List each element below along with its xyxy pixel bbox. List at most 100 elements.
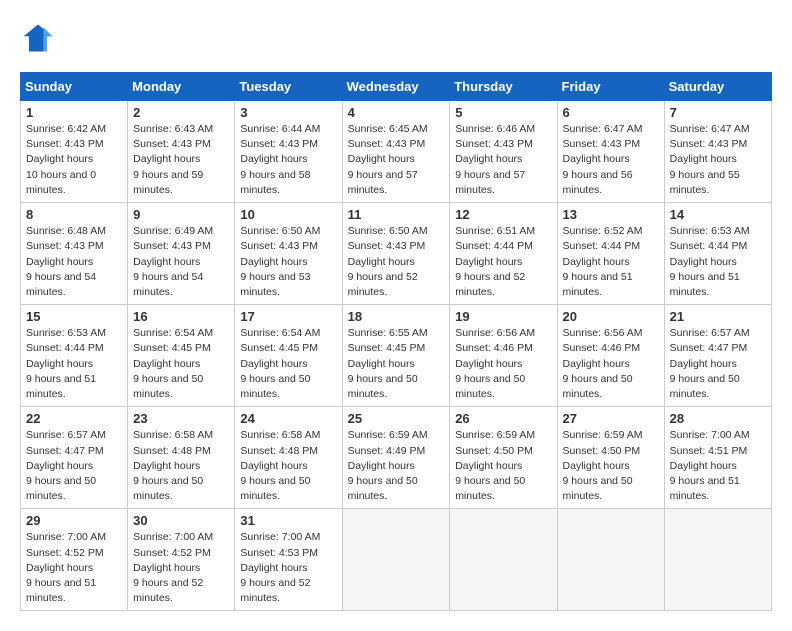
day-number: 30	[133, 513, 229, 528]
page-header	[20, 20, 772, 56]
day-number: 13	[563, 207, 659, 222]
cell-content: Sunrise: 6:54 AM Sunset: 4:45 PM Dayligh…	[240, 326, 336, 402]
weekday-header: Sunday	[21, 73, 128, 101]
day-number: 4	[348, 105, 445, 120]
calendar-cell: 23 Sunrise: 6:58 AM Sunset: 4:48 PM Dayl…	[128, 407, 235, 509]
day-number: 18	[348, 309, 445, 324]
calendar-week-row: 15 Sunrise: 6:53 AM Sunset: 4:44 PM Dayl…	[21, 305, 772, 407]
calendar-cell: 26 Sunrise: 6:59 AM Sunset: 4:50 PM Dayl…	[450, 407, 557, 509]
cell-content: Sunrise: 6:57 AM Sunset: 4:47 PM Dayligh…	[670, 326, 766, 402]
logo-icon	[20, 20, 56, 56]
cell-content: Sunrise: 7:00 AM Sunset: 4:52 PM Dayligh…	[133, 530, 229, 606]
calendar-table: SundayMondayTuesdayWednesdayThursdayFrid…	[20, 72, 772, 611]
cell-content: Sunrise: 6:56 AM Sunset: 4:46 PM Dayligh…	[563, 326, 659, 402]
calendar-cell: 25 Sunrise: 6:59 AM Sunset: 4:49 PM Dayl…	[342, 407, 450, 509]
calendar-cell: 12 Sunrise: 6:51 AM Sunset: 4:44 PM Dayl…	[450, 203, 557, 305]
calendar-cell: 17 Sunrise: 6:54 AM Sunset: 4:45 PM Dayl…	[235, 305, 342, 407]
cell-content: Sunrise: 6:50 AM Sunset: 4:43 PM Dayligh…	[240, 224, 336, 300]
day-number: 3	[240, 105, 336, 120]
day-number: 1	[26, 105, 122, 120]
calendar-cell: 4 Sunrise: 6:45 AM Sunset: 4:43 PM Dayli…	[342, 101, 450, 203]
cell-content: Sunrise: 6:59 AM Sunset: 4:50 PM Dayligh…	[563, 428, 659, 504]
calendar-cell: 14 Sunrise: 6:53 AM Sunset: 4:44 PM Dayl…	[664, 203, 771, 305]
cell-content: Sunrise: 6:59 AM Sunset: 4:50 PM Dayligh…	[455, 428, 551, 504]
cell-content: Sunrise: 6:55 AM Sunset: 4:45 PM Dayligh…	[348, 326, 445, 402]
cell-content: Sunrise: 6:44 AM Sunset: 4:43 PM Dayligh…	[240, 122, 336, 198]
cell-content: Sunrise: 6:59 AM Sunset: 4:49 PM Dayligh…	[348, 428, 445, 504]
day-number: 25	[348, 411, 445, 426]
cell-content: Sunrise: 6:57 AM Sunset: 4:47 PM Dayligh…	[26, 428, 122, 504]
weekday-header: Thursday	[450, 73, 557, 101]
calendar-cell: 29 Sunrise: 7:00 AM Sunset: 4:52 PM Dayl…	[21, 509, 128, 611]
calendar-cell: 9 Sunrise: 6:49 AM Sunset: 4:43 PM Dayli…	[128, 203, 235, 305]
day-number: 12	[455, 207, 551, 222]
day-number: 31	[240, 513, 336, 528]
calendar-cell: 19 Sunrise: 6:56 AM Sunset: 4:46 PM Dayl…	[450, 305, 557, 407]
day-number: 15	[26, 309, 122, 324]
day-number: 28	[670, 411, 766, 426]
calendar-cell: 6 Sunrise: 6:47 AM Sunset: 4:43 PM Dayli…	[557, 101, 664, 203]
calendar-cell: 2 Sunrise: 6:43 AM Sunset: 4:43 PM Dayli…	[128, 101, 235, 203]
calendar-week-row: 8 Sunrise: 6:48 AM Sunset: 4:43 PM Dayli…	[21, 203, 772, 305]
weekday-header: Wednesday	[342, 73, 450, 101]
cell-content: Sunrise: 6:53 AM Sunset: 4:44 PM Dayligh…	[670, 224, 766, 300]
day-number: 21	[670, 309, 766, 324]
cell-content: Sunrise: 6:54 AM Sunset: 4:45 PM Dayligh…	[133, 326, 229, 402]
day-number: 27	[563, 411, 659, 426]
cell-content: Sunrise: 6:49 AM Sunset: 4:43 PM Dayligh…	[133, 224, 229, 300]
calendar-cell: 21 Sunrise: 6:57 AM Sunset: 4:47 PM Dayl…	[664, 305, 771, 407]
calendar-cell: 10 Sunrise: 6:50 AM Sunset: 4:43 PM Dayl…	[235, 203, 342, 305]
cell-content: Sunrise: 6:52 AM Sunset: 4:44 PM Dayligh…	[563, 224, 659, 300]
day-number: 22	[26, 411, 122, 426]
cell-content: Sunrise: 6:56 AM Sunset: 4:46 PM Dayligh…	[455, 326, 551, 402]
calendar-cell: 20 Sunrise: 6:56 AM Sunset: 4:46 PM Dayl…	[557, 305, 664, 407]
cell-content: Sunrise: 6:50 AM Sunset: 4:43 PM Dayligh…	[348, 224, 445, 300]
cell-content: Sunrise: 7:00 AM Sunset: 4:52 PM Dayligh…	[26, 530, 122, 606]
calendar-cell	[664, 509, 771, 611]
logo	[20, 20, 62, 56]
cell-content: Sunrise: 6:42 AM Sunset: 4:43 PM Dayligh…	[26, 122, 122, 198]
calendar-cell: 30 Sunrise: 7:00 AM Sunset: 4:52 PM Dayl…	[128, 509, 235, 611]
weekday-header: Saturday	[664, 73, 771, 101]
calendar-cell: 22 Sunrise: 6:57 AM Sunset: 4:47 PM Dayl…	[21, 407, 128, 509]
day-number: 9	[133, 207, 229, 222]
cell-content: Sunrise: 6:48 AM Sunset: 4:43 PM Dayligh…	[26, 224, 122, 300]
day-number: 19	[455, 309, 551, 324]
cell-content: Sunrise: 6:46 AM Sunset: 4:43 PM Dayligh…	[455, 122, 551, 198]
day-number: 7	[670, 105, 766, 120]
day-number: 17	[240, 309, 336, 324]
cell-content: Sunrise: 6:47 AM Sunset: 4:43 PM Dayligh…	[563, 122, 659, 198]
day-number: 29	[26, 513, 122, 528]
calendar-cell: 1 Sunrise: 6:42 AM Sunset: 4:43 PM Dayli…	[21, 101, 128, 203]
cell-content: Sunrise: 7:00 AM Sunset: 4:51 PM Dayligh…	[670, 428, 766, 504]
cell-content: Sunrise: 6:53 AM Sunset: 4:44 PM Dayligh…	[26, 326, 122, 402]
calendar-cell: 16 Sunrise: 6:54 AM Sunset: 4:45 PM Dayl…	[128, 305, 235, 407]
calendar-cell: 13 Sunrise: 6:52 AM Sunset: 4:44 PM Dayl…	[557, 203, 664, 305]
day-number: 26	[455, 411, 551, 426]
day-number: 5	[455, 105, 551, 120]
day-number: 10	[240, 207, 336, 222]
day-number: 11	[348, 207, 445, 222]
calendar-header-row: SundayMondayTuesdayWednesdayThursdayFrid…	[21, 73, 772, 101]
calendar-cell: 3 Sunrise: 6:44 AM Sunset: 4:43 PM Dayli…	[235, 101, 342, 203]
cell-content: Sunrise: 6:45 AM Sunset: 4:43 PM Dayligh…	[348, 122, 445, 198]
calendar-week-row: 22 Sunrise: 6:57 AM Sunset: 4:47 PM Dayl…	[21, 407, 772, 509]
calendar-cell: 5 Sunrise: 6:46 AM Sunset: 4:43 PM Dayli…	[450, 101, 557, 203]
day-number: 14	[670, 207, 766, 222]
cell-content: Sunrise: 6:58 AM Sunset: 4:48 PM Dayligh…	[133, 428, 229, 504]
calendar-cell: 18 Sunrise: 6:55 AM Sunset: 4:45 PM Dayl…	[342, 305, 450, 407]
calendar-cell: 8 Sunrise: 6:48 AM Sunset: 4:43 PM Dayli…	[21, 203, 128, 305]
day-number: 16	[133, 309, 229, 324]
calendar-cell: 7 Sunrise: 6:47 AM Sunset: 4:43 PM Dayli…	[664, 101, 771, 203]
cell-content: Sunrise: 6:58 AM Sunset: 4:48 PM Dayligh…	[240, 428, 336, 504]
calendar-cell: 11 Sunrise: 6:50 AM Sunset: 4:43 PM Dayl…	[342, 203, 450, 305]
calendar-cell: 31 Sunrise: 7:00 AM Sunset: 4:53 PM Dayl…	[235, 509, 342, 611]
calendar-cell: 27 Sunrise: 6:59 AM Sunset: 4:50 PM Dayl…	[557, 407, 664, 509]
cell-content: Sunrise: 7:00 AM Sunset: 4:53 PM Dayligh…	[240, 530, 336, 606]
day-number: 20	[563, 309, 659, 324]
weekday-header: Friday	[557, 73, 664, 101]
calendar-cell: 28 Sunrise: 7:00 AM Sunset: 4:51 PM Dayl…	[664, 407, 771, 509]
calendar-cell: 15 Sunrise: 6:53 AM Sunset: 4:44 PM Dayl…	[21, 305, 128, 407]
day-number: 8	[26, 207, 122, 222]
calendar-cell	[450, 509, 557, 611]
